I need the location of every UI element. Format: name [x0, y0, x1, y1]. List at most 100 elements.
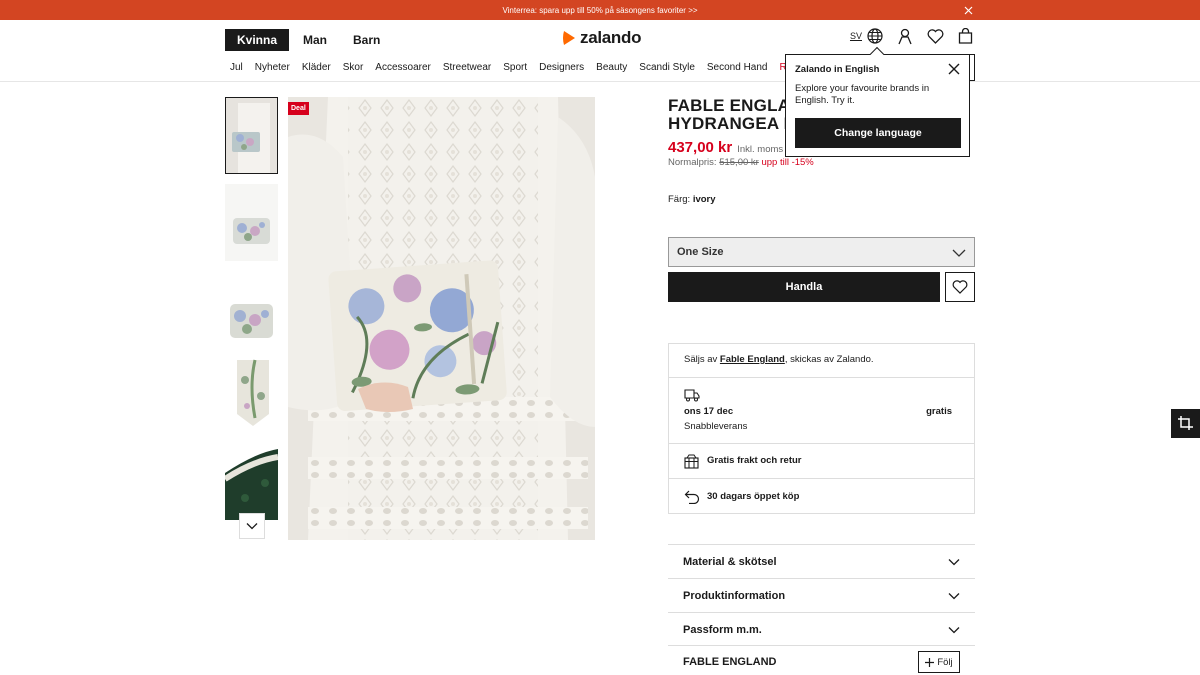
nav-item-second-hand[interactable]: Second Hand — [707, 62, 768, 73]
thumbnail-image — [225, 271, 278, 348]
globe-icon[interactable] — [866, 27, 884, 45]
user-icon[interactable] — [896, 27, 914, 45]
seller-info: Säljs av Fable England, skickas av Zalan… — [684, 354, 874, 365]
popover-text: Explore your favourite brands in English… — [795, 83, 930, 106]
logo-text: zalando — [580, 28, 642, 47]
product-title: FABLE ENGLAN HYDRANGEA L — [668, 97, 803, 133]
thumbnail-4[interactable] — [225, 356, 278, 433]
site-header: Kvinna Man Barn zalando SV Jul Nyheter K… — [0, 20, 1200, 82]
chevron-down-icon — [948, 559, 960, 566]
nav-item-designers[interactable]: Designers — [539, 62, 584, 73]
accordion-title: Passform m.m. — [683, 624, 762, 636]
product-photo — [288, 97, 595, 540]
color-value: ivory — [692, 194, 716, 205]
accordion-fit[interactable]: Passform m.m. — [668, 612, 975, 646]
thumbnail-5[interactable] — [225, 443, 278, 520]
nav-item-beauty[interactable]: Beauty — [596, 62, 627, 73]
nav-item-sport[interactable]: Sport — [503, 62, 527, 73]
return-policy-row: 30 dagars öppet köp — [669, 478, 974, 514]
plus-icon — [925, 657, 935, 667]
add-to-bag-button[interactable]: Handla — [668, 272, 940, 302]
nav-item-klader[interactable]: Kläder — [302, 62, 331, 73]
deal-badge: Deal — [288, 102, 309, 115]
chevron-down-icon — [948, 627, 960, 634]
heart-icon[interactable] — [926, 27, 944, 45]
logo-mark-icon — [563, 31, 575, 45]
return-policy-text: 30 dagars öppet köp — [707, 491, 800, 502]
close-icon[interactable] — [947, 62, 961, 76]
nav-item-skor[interactable]: Skor — [343, 62, 364, 73]
tab-kvinna[interactable]: Kvinna — [225, 29, 290, 51]
follow-brand-button[interactable]: Följ — [918, 651, 960, 673]
tab-man[interactable]: Man — [291, 29, 339, 51]
crop-icon — [1178, 416, 1193, 430]
seller-prefix: Säljs av — [684, 354, 718, 365]
thumbnails-scroll-down[interactable] — [239, 513, 265, 539]
return-arrow-icon — [684, 489, 700, 509]
truck-icon — [684, 388, 700, 407]
color-label: Färg: — [668, 194, 691, 205]
header-icons: SV — [850, 27, 974, 45]
nav-item-accessoarer[interactable]: Accessoarer — [375, 62, 431, 73]
delivery-cost: gratis — [926, 406, 952, 417]
delivery-method: Snabbleverans — [684, 421, 748, 432]
nav-item-nyheter[interactable]: Nyheter — [255, 62, 290, 73]
heart-icon — [952, 280, 968, 294]
category-nav: Jul Nyheter Kläder Skor Accessoarer Stre… — [230, 62, 810, 73]
nav-item-jul[interactable]: Jul — [230, 62, 243, 73]
current-price: 437,00 kr — [668, 139, 733, 156]
delivery-date: ons 17 dec — [684, 406, 734, 417]
delivery-row: ons 17 dec Snabbleverans gratis — [669, 377, 974, 443]
free-returns-row: Gratis frakt och retur — [669, 443, 974, 478]
change-language-button[interactable]: Change language — [795, 118, 961, 148]
price-row: 437,00 kr Inkl. moms — [668, 139, 783, 156]
nav-item-scandi-style[interactable]: Scandi Style — [639, 62, 695, 73]
wishlist-button[interactable] — [945, 272, 975, 302]
seller-suffix: , skickas av Zalando. — [784, 354, 874, 365]
tab-barn[interactable]: Barn — [341, 29, 392, 51]
package-icon — [684, 454, 699, 474]
thumbnail-2[interactable] — [225, 184, 278, 261]
thumbnail-image — [225, 356, 278, 433]
brand-follow-row: FABLE ENGLAND Följ — [668, 645, 975, 675]
accordion-title: Produktinformation — [683, 590, 786, 602]
normal-price: 515,00 kr — [719, 157, 759, 168]
brand-name: FABLE ENGLAND — [683, 656, 777, 668]
delivery-info-box: Säljs av Fable England, skickas av Zalan… — [668, 343, 975, 514]
language-popover: Zalando in English Explore your favourit… — [785, 46, 970, 157]
popover-title: Zalando in English — [795, 64, 880, 75]
promo-text[interactable]: Vinterrea: spara upp till 50% på säsonge… — [502, 6, 697, 15]
thumbnail-1[interactable] — [225, 97, 278, 174]
size-select[interactable]: One Size — [668, 237, 975, 267]
discount-text: upp till -15% — [761, 157, 814, 168]
accordion-product-info[interactable]: Produktinformation — [668, 578, 975, 612]
chevron-down-icon — [246, 523, 258, 530]
thumbnail-image — [226, 98, 277, 173]
close-icon[interactable] — [962, 4, 974, 16]
promo-banner[interactable]: Vinterrea: spara upp till 50% på säsonge… — [0, 0, 1200, 20]
thumbnail-image — [225, 443, 278, 520]
language-switch[interactable]: SV — [850, 31, 862, 41]
thumbnail-image — [225, 184, 278, 261]
vat-note: Inkl. moms — [737, 144, 784, 155]
product-title-line-2: HYDRANGEA L — [668, 114, 795, 133]
accordion-title: Material & skötsel — [683, 556, 777, 568]
thumbnail-3[interactable] — [225, 271, 278, 348]
normal-price-label: Normalpris: — [668, 157, 717, 168]
follow-label: Följ — [937, 656, 953, 668]
size-value: One Size — [677, 246, 724, 258]
gender-tabs: Kvinna Man Barn — [225, 29, 392, 51]
product-title-line-1: FABLE ENGLAN — [668, 96, 803, 115]
side-widget-button[interactable] — [1171, 409, 1200, 438]
normal-price-row: Normalpris: 515,00 kr upp till -15% — [668, 157, 814, 168]
color-row: Färg: ivory — [668, 194, 716, 205]
zalando-logo[interactable]: zalando — [561, 28, 641, 48]
free-returns-text: Gratis frakt och retur — [707, 455, 802, 466]
seller-link[interactable]: Fable England — [720, 354, 785, 365]
bag-icon[interactable] — [956, 27, 974, 45]
chevron-down-icon — [948, 593, 960, 600]
chevron-down-icon — [952, 249, 966, 257]
product-main-image[interactable] — [288, 97, 595, 540]
nav-item-streetwear[interactable]: Streetwear — [443, 62, 491, 73]
accordion-material[interactable]: Material & skötsel — [668, 544, 975, 578]
